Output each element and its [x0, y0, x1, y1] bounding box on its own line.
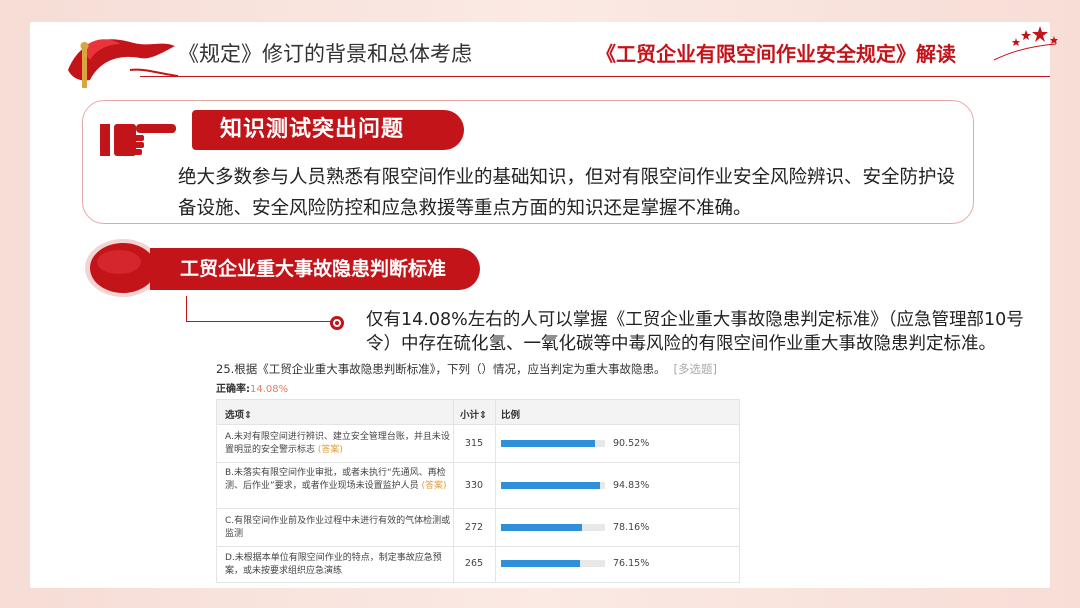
- option-percent: 76.15%: [613, 558, 650, 569]
- ratio-bar-fill: [501, 440, 596, 447]
- table-row: A.未对有限空间进行辨识、建立安全管理台账，并且未设置明显的安全警示标志 (答案…: [217, 425, 739, 463]
- connector-line: [186, 296, 336, 322]
- table-header: 选项⇕ 小计⇕ 比例: [217, 400, 739, 425]
- option-percent: 94.83%: [613, 480, 650, 491]
- col-ratio: 比例: [501, 410, 521, 421]
- accuracy-value: 14.08%: [250, 384, 289, 395]
- option-percent: 90.52%: [613, 438, 650, 449]
- survey-question: 25.根据《工贸企业重大事故隐患判断标准》，下列（）情况，应当判定为重大事故隐患…: [216, 361, 717, 377]
- option-percent: 78.16%: [613, 522, 650, 533]
- col-option[interactable]: 选项⇕: [225, 407, 252, 421]
- ratio-bar: [501, 482, 605, 489]
- option-text: B.未落实有限空间作业审批，或者未执行“先通风、再检测、后作业”要求，或者作业现…: [225, 468, 447, 491]
- ratio-bar: [501, 524, 605, 531]
- accuracy-rate: 正确率:14.08%: [216, 380, 288, 395]
- answer-tag: (答案): [317, 444, 343, 455]
- option-count: 272: [464, 522, 484, 533]
- ratio-bar: [501, 440, 605, 447]
- party-flag-icon: [68, 39, 179, 88]
- knowledge-banner: 知识测试突出问题: [192, 110, 464, 150]
- option-text: D.未根据本单位有限空间作业的特点，制定事故应急预案，或未按要求组织应急演练: [225, 553, 442, 576]
- stars-decoration-icon: [993, 26, 1058, 61]
- option-text: A.未对有限空间进行辨识、建立安全管理台账，并且未设置明显的安全警示标志 (答案…: [225, 432, 450, 455]
- bullet-icon: [330, 316, 344, 330]
- table-row: B.未落实有限空间作业审批，或者未执行“先通风、再检测、后作业”要求，或者作业现…: [217, 463, 739, 509]
- option-count: 315: [464, 438, 484, 449]
- pointing-hand-icon: [100, 124, 176, 156]
- question-type-tag: [多选题]: [673, 362, 718, 376]
- document-title: 《工贸企业有限空间作业安全规定》解读: [596, 42, 956, 66]
- standard-text: 仅有14.08%左右的人可以掌握《工贸企业重大事故隐患判定标准》（应急管理部10…: [366, 310, 1024, 354]
- option-count: 330: [464, 480, 484, 491]
- table-row: C.有限空间作业前及作业过程中未进行有效的气体检测或监测 272 78.16%: [217, 509, 739, 547]
- section-title: 《规定》修订的背景和总体考虑: [178, 42, 472, 66]
- option-text: C.有限空间作业前及作业过程中未进行有效的气体检测或监测: [225, 516, 451, 539]
- ratio-bar-fill: [501, 560, 581, 567]
- ratio-bar-fill: [501, 524, 583, 531]
- option-count: 265: [464, 558, 484, 569]
- accuracy-label: 正确率:: [216, 384, 250, 395]
- standard-banner: 工贸企业重大事故隐患判断标准: [150, 248, 480, 290]
- ratio-bar-fill: [501, 482, 600, 489]
- table-row: D.未根据本单位有限空间作业的特点，制定事故应急预案，或未按要求组织应急演练 2…: [217, 547, 739, 582]
- col-count[interactable]: 小计⇕: [460, 407, 487, 421]
- question-text: 25.根据《工贸企业重大事故隐患判断标准》，下列（）情况，应当判定为重大事故隐患…: [216, 362, 666, 376]
- survey-table: 选项⇕ 小计⇕ 比例 A.未对有限空间进行辨识、建立安全管理台账，并且未设置明显…: [216, 399, 740, 583]
- answer-tag: (答案): [421, 480, 447, 491]
- knowledge-text: 绝大多数参与人员熟悉有限空间作业的基础知识，但对有限空间作业安全风险辨识、安全防…: [178, 167, 956, 219]
- header-divider: [140, 76, 1050, 77]
- ratio-bar: [501, 560, 605, 567]
